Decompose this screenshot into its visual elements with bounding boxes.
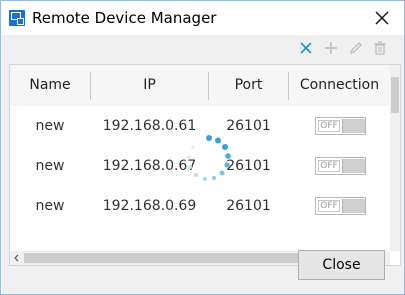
connection-toggle[interactable]: OFF [315,157,366,175]
device-name: new [35,198,65,214]
column-header-port[interactable]: Port [209,65,288,106]
device-name: new [35,158,65,174]
vertical-scroll-thumb[interactable] [391,77,399,113]
scroll-left-arrow-icon[interactable] [12,253,22,263]
remote-device-app-icon [9,10,25,26]
window-title: Remote Device Manager [32,9,217,27]
vertical-scrollbar[interactable] [390,65,400,251]
add-icon[interactable] [323,40,339,56]
toggle-knob [342,199,365,213]
remote-device-manager-dialog: Remote Device Manager Name IP Port Conne… [0,0,405,295]
toggle-knob [342,119,365,133]
column-header-name[interactable]: Name [10,65,90,106]
device-ip: 192.168.0.69 [102,198,197,214]
connection-state-label: OFF [318,160,340,172]
title-bar: Remote Device Manager [1,1,404,35]
device-name: new [35,118,65,134]
close-icon[interactable] [373,9,391,27]
delete-trash-icon[interactable] [372,40,388,56]
close-button[interactable]: Close [298,250,385,280]
connection-state-label: OFF [318,120,340,132]
connection-toggle[interactable]: OFF [315,117,366,135]
device-port: 26101 [226,198,271,214]
column-header-connection[interactable]: Connection [289,65,390,106]
column-header-ip[interactable]: IP [91,65,208,106]
loading-spinner-icon [187,135,231,182]
dialog-body: Name IP Port Connection new 192.168.0.61… [2,35,404,294]
connection-state-label: OFF [318,200,340,212]
toggle-knob [342,159,365,173]
clear-x-icon[interactable] [298,40,314,56]
table-header: Name IP Port Connection [10,65,390,106]
table-row[interactable]: new 192.168.0.69 26101 OFF [10,186,390,226]
connection-toggle[interactable]: OFF [315,197,366,215]
edit-pencil-icon[interactable] [348,40,364,56]
